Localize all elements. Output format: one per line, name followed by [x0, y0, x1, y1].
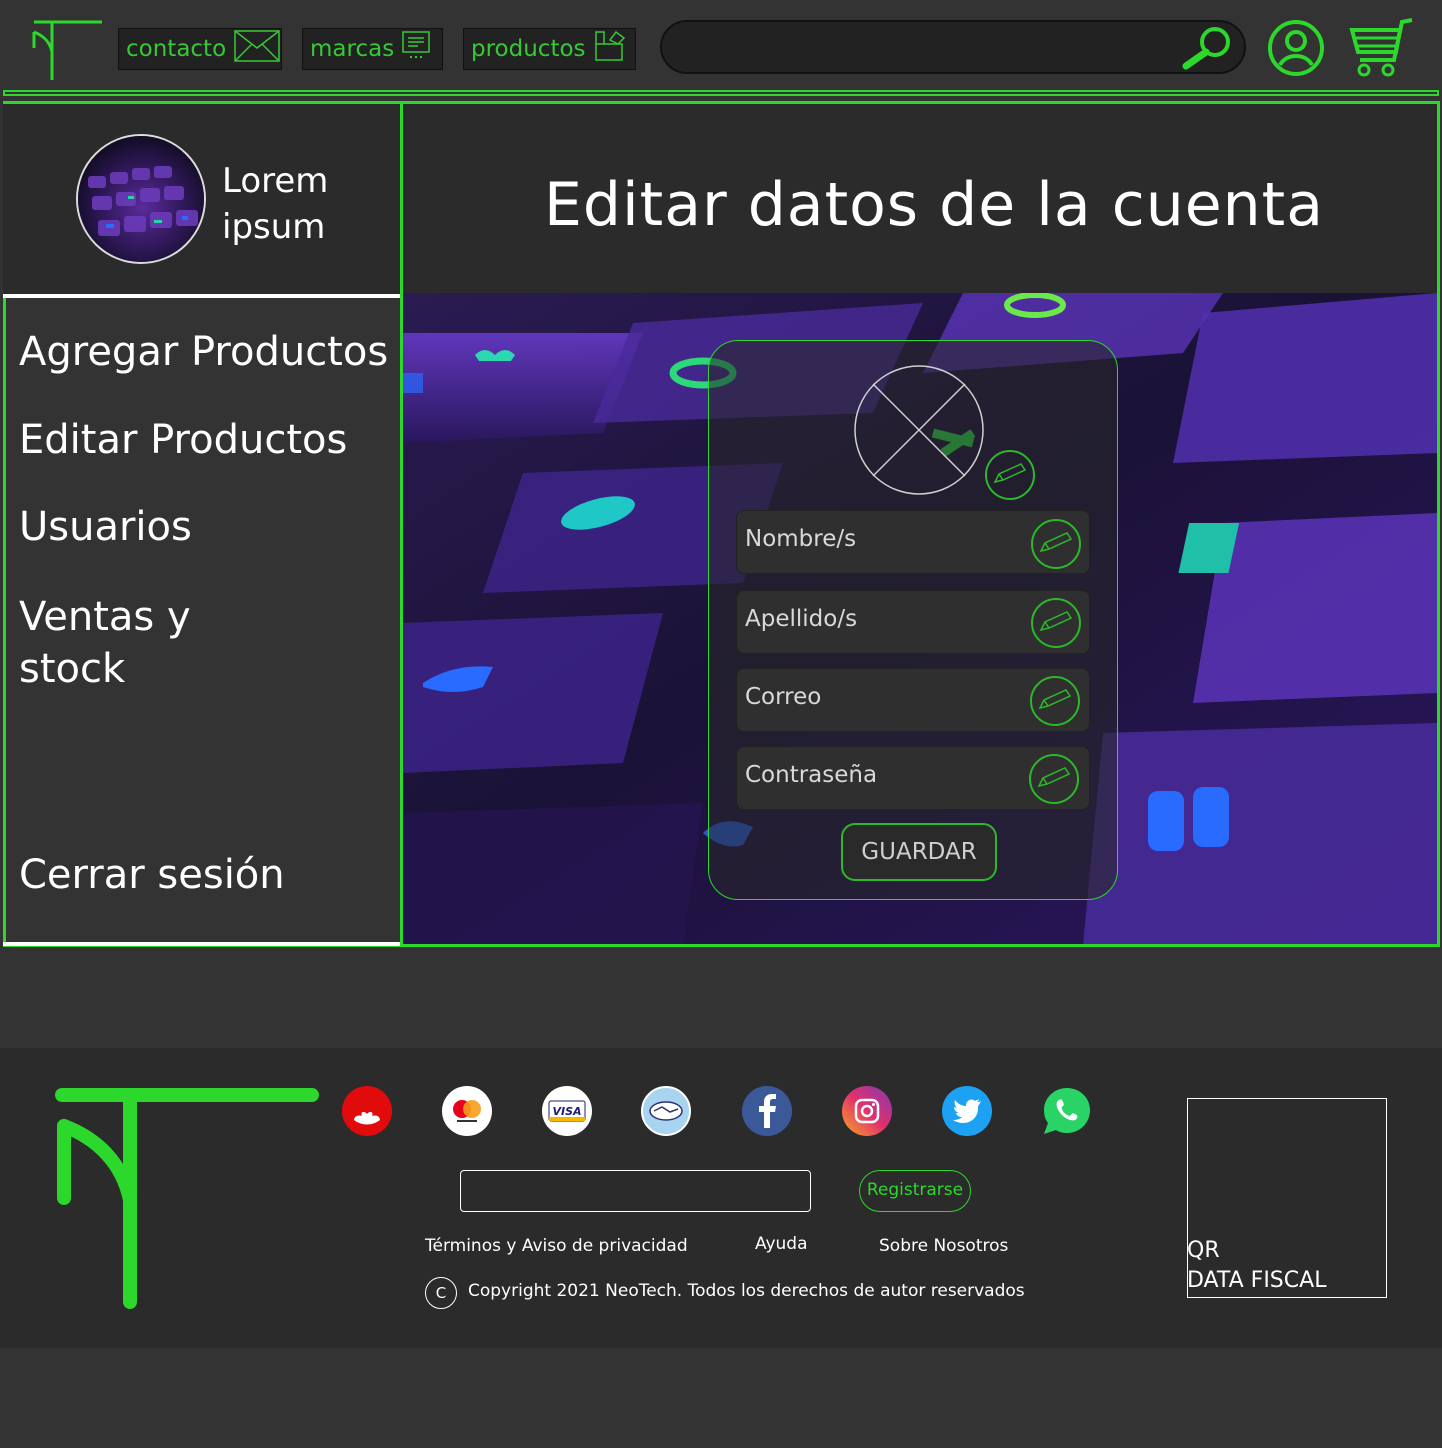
edit-correo-button[interactable]: [1030, 676, 1080, 726]
neotech-logo[interactable]: [30, 18, 106, 82]
mastercard-icon[interactable]: [442, 1086, 492, 1136]
products-icon: [594, 30, 626, 68]
nav-productos[interactable]: productos: [463, 28, 636, 70]
user-name: Lorem ipsum: [222, 158, 328, 250]
correo-placeholder: Correo: [745, 684, 822, 710]
pencil-icon: [1039, 531, 1073, 557]
terms-link[interactable]: Términos y Aviso de privacidad: [425, 1236, 688, 1256]
nav-marcas-label: marcas: [310, 36, 395, 62]
help-link[interactable]: Ayuda: [755, 1234, 808, 1254]
twitter-icon[interactable]: [942, 1086, 992, 1136]
neotech-footer-logo: [52, 1082, 322, 1314]
user-icon[interactable]: [1266, 20, 1326, 76]
sidebar-item-label: Cerrar sesión: [19, 852, 285, 898]
sidebar-item-agregar-productos[interactable]: Agregar Productos: [19, 326, 388, 378]
search-input[interactable]: [660, 20, 1246, 74]
nav-contacto-label: contacto: [126, 36, 227, 62]
about-link[interactable]: Sobre Nosotros: [879, 1236, 1008, 1256]
sidebar-item-label: Ventas y: [19, 594, 191, 640]
edit-photo-button[interactable]: [985, 450, 1035, 500]
instagram-icon[interactable]: [842, 1086, 892, 1136]
avatar[interactable]: [76, 134, 206, 264]
register-button[interactable]: Registrarse: [859, 1170, 971, 1212]
sidebar-item-label: Usuarios: [19, 504, 192, 550]
copyright-icon: C: [425, 1277, 457, 1309]
contrasena-placeholder: Contraseña: [745, 762, 878, 788]
sidebar-item-editar-productos[interactable]: Editar Productos: [19, 414, 347, 466]
sidebar-item-ventas-stock[interactable]: Ventas y stock: [19, 591, 191, 695]
nav-productos-label: productos: [471, 36, 586, 62]
cart-icon[interactable]: [1348, 16, 1414, 78]
pencil-icon: [1039, 610, 1073, 636]
svg-text:VISA: VISA: [552, 1105, 581, 1118]
nombre-placeholder: Nombre/s: [745, 526, 857, 552]
edit-apellido-button[interactable]: [1031, 598, 1081, 648]
sidebar-divider: [3, 942, 400, 946]
pencil-icon: [1037, 766, 1071, 792]
nav-marcas[interactable]: marcas: [302, 28, 443, 70]
apellido-placeholder: Apellido/s: [745, 606, 858, 632]
sidebar-item-cerrar-sesion[interactable]: Cerrar sesión: [19, 849, 285, 901]
user-name-last: ipsum: [222, 207, 326, 247]
visa-icon[interactable]: VISA: [542, 1086, 592, 1136]
whatsapp-icon[interactable]: [1042, 1086, 1092, 1136]
newsletter-input[interactable]: [460, 1170, 811, 1212]
mail-icon: [234, 30, 280, 68]
qr-caption-line1: QR: [1187, 1238, 1220, 1263]
qr-caption: QR DATA FISCAL: [1187, 1236, 1326, 1296]
sidebar-item-label: Agregar Productos: [19, 329, 389, 375]
mercadopago-icon[interactable]: [641, 1086, 691, 1136]
edit-contrasena-button[interactable]: [1029, 754, 1079, 804]
sidebar-item-label: stock: [19, 646, 126, 692]
pencil-icon: [1038, 688, 1072, 714]
facebook-icon[interactable]: [742, 1086, 792, 1136]
profile-photo-placeholder[interactable]: [853, 364, 985, 496]
qr-caption-line2: DATA FISCAL: [1187, 1268, 1327, 1293]
search-icon[interactable]: [1180, 24, 1236, 70]
user-name-first: Lorem: [222, 161, 329, 201]
page-bottom: [0, 1348, 1442, 1448]
nav-contacto[interactable]: contacto: [118, 28, 282, 70]
edit-nombre-button[interactable]: [1031, 519, 1081, 569]
pencil-icon: [993, 462, 1027, 488]
santander-icon[interactable]: [342, 1086, 392, 1136]
brands-icon: [402, 31, 430, 67]
sidebar-item-usuarios[interactable]: Usuarios: [19, 501, 192, 553]
copyright-text: Copyright 2021 NeoTech. Todos los derech…: [468, 1281, 1025, 1301]
sidebar-item-label: Editar Productos: [19, 417, 348, 463]
save-button[interactable]: GUARDAR: [841, 823, 997, 881]
header-divider: [3, 90, 1439, 96]
